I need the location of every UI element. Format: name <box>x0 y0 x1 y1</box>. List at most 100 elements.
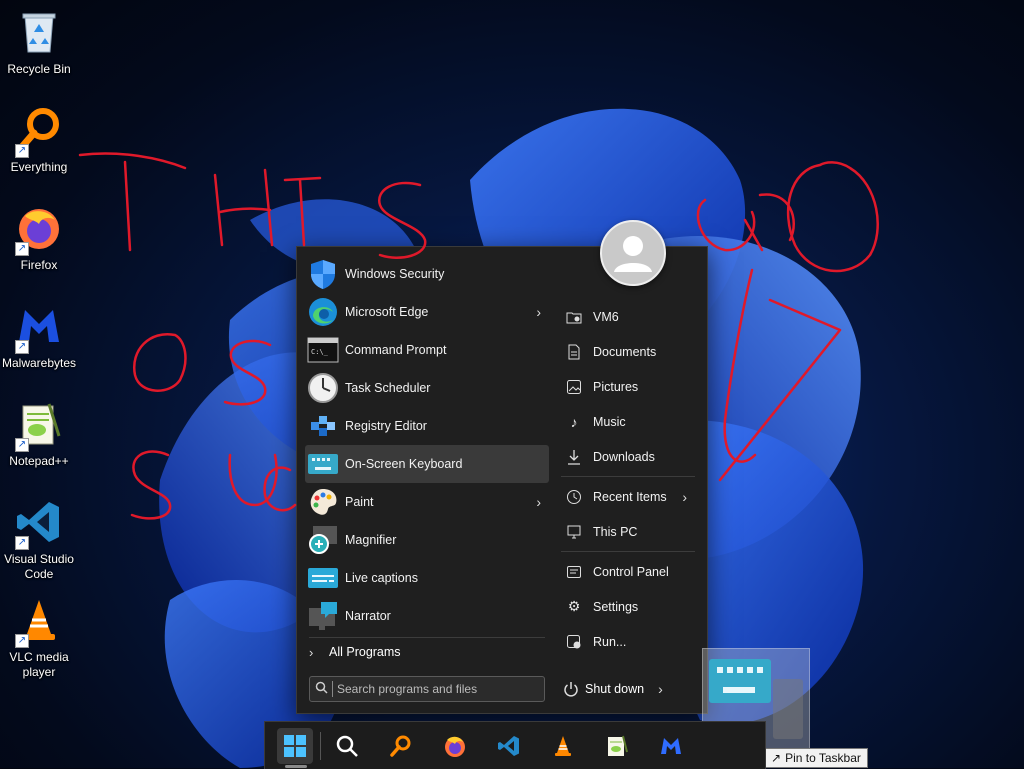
app-item-label: Magnifier <box>345 533 397 547</box>
narrator-icon <box>307 600 339 632</box>
taskbar-divider <box>320 732 321 760</box>
chevron-right-icon: › <box>536 494 541 510</box>
everything-search-icon: ↗ <box>15 106 63 158</box>
taskbar-malwarebytes-button[interactable] <box>653 728 689 764</box>
vscode-icon: ↗ <box>15 498 63 550</box>
place-item-run[interactable]: Run... <box>559 624 699 659</box>
desktop-icon-label: Visual Studio Code <box>4 552 74 581</box>
place-item-label: Control Panel <box>593 564 669 579</box>
divider <box>309 637 545 638</box>
app-item-label: Task Scheduler <box>345 381 431 395</box>
app-item-label: Registry Editor <box>345 419 427 433</box>
desktop-icon-recycle-bin[interactable]: Recycle Bin <box>0 4 78 102</box>
malwarebytes-icon <box>661 738 681 754</box>
user-avatar[interactable] <box>600 220 666 286</box>
search-input[interactable] <box>332 681 539 697</box>
app-item-command-prompt[interactable]: C:\_ Command Prompt <box>305 331 549 369</box>
taskbar-vscode-button[interactable] <box>491 728 527 764</box>
divider <box>561 551 695 552</box>
control-panel-icon <box>565 563 583 581</box>
chevron-right-icon: › <box>309 644 314 660</box>
desktop-icon-everything[interactable]: ↗ Everything <box>0 102 78 200</box>
shortcut-arrow-icon: ↗ <box>15 340 29 354</box>
place-item-label: Downloads <box>593 449 655 464</box>
notepad-plus-plus-icon: ↗ <box>15 400 63 452</box>
app-item-label: Narrator <box>345 609 391 623</box>
place-item-label: Settings <box>593 599 639 614</box>
taskbar-everything-button[interactable] <box>383 728 419 764</box>
place-item-label: Run... <box>593 634 627 649</box>
desktop-icon-label: Firefox <box>20 258 58 272</box>
app-item-paint[interactable]: Paint › <box>305 483 549 521</box>
place-item-label: Music <box>593 414 626 429</box>
desktop-icon-vscode[interactable]: ↗ Visual Studio Code <box>0 494 78 592</box>
edge-icon <box>307 296 339 328</box>
app-item-magnifier[interactable]: Magnifier <box>305 521 549 559</box>
everything-search-icon <box>390 735 411 757</box>
firefox-icon: ↗ <box>15 204 63 256</box>
search-icon <box>310 681 332 697</box>
desktop-icon-vlc[interactable]: ↗ VLC media player <box>0 592 78 690</box>
vlc-icon <box>555 736 571 756</box>
app-item-live-captions[interactable]: Live captions <box>305 559 549 597</box>
desktop-icon-notepad-plus-plus[interactable]: ↗ Notepad++ <box>0 396 78 494</box>
app-item-task-scheduler[interactable]: Task Scheduler <box>305 369 549 407</box>
app-item-label: Live captions <box>345 571 418 585</box>
all-programs-label: All Programs <box>329 645 401 659</box>
app-item-on-screen-keyboard[interactable]: On-Screen Keyboard <box>305 445 549 483</box>
place-item-recent-items[interactable]: Recent Items › <box>559 479 699 514</box>
shortcut-arrow-icon: ↗ <box>15 536 29 550</box>
this-pc-icon <box>565 523 583 541</box>
taskbar-firefox-button[interactable] <box>437 728 473 764</box>
pinned-apps-list: Windows Security Microsoft Edge › C:\_ C… <box>305 255 549 635</box>
chevron-right-icon: › <box>682 489 687 505</box>
taskbar-vlc-button[interactable] <box>545 728 581 764</box>
app-item-label: Microsoft Edge <box>345 305 429 319</box>
app-item-microsoft-edge[interactable]: Microsoft Edge › <box>305 293 549 331</box>
places-list: VM6 Documents Pictures ♪ Music Downloads <box>559 299 699 659</box>
place-item-this-pc[interactable]: This PC <box>559 514 699 549</box>
vlc-icon: ↗ <box>15 596 63 648</box>
settings-icon: ⚙ <box>567 598 581 614</box>
taskbar-search-button[interactable] <box>329 728 365 764</box>
app-item-narrator[interactable]: Narrator <box>305 597 549 635</box>
place-item-label: This PC <box>593 524 638 539</box>
shutdown-label: Shut down <box>585 682 645 696</box>
place-item-user-folder[interactable]: VM6 <box>559 299 699 334</box>
place-item-pictures[interactable]: Pictures <box>559 369 699 404</box>
chevron-right-icon[interactable]: › <box>658 681 663 697</box>
chevron-right-icon: › <box>536 304 541 320</box>
shortcut-arrow-icon: ↗ <box>15 242 29 256</box>
all-programs-button[interactable]: › All Programs <box>309 643 401 661</box>
app-item-registry-editor[interactable]: Registry Editor <box>305 407 549 445</box>
desktop-icon-label: Malwarebytes <box>1 356 77 370</box>
place-item-settings[interactable]: ⚙ Settings <box>559 589 699 624</box>
place-item-documents[interactable]: Documents <box>559 334 699 369</box>
place-item-control-panel[interactable]: Control Panel <box>559 554 699 589</box>
tooltip-label: Pin to Taskbar <box>785 751 861 765</box>
shutdown-button[interactable]: Shut down › <box>563 679 663 699</box>
pin-to-taskbar-tooltip: ↗ Pin to Taskbar <box>764 748 868 768</box>
app-item-windows-security[interactable]: Windows Security <box>305 255 549 293</box>
svg-text:C:\_: C:\_ <box>311 348 329 356</box>
recent-items-icon <box>565 488 583 506</box>
place-item-music[interactable]: ♪ Music <box>559 404 699 439</box>
taskbar-start-button[interactable] <box>277 728 313 764</box>
search-box[interactable] <box>309 676 545 702</box>
desktop-icon-malwarebytes[interactable]: ↗ Malwarebytes <box>0 298 78 396</box>
recycle-bin-icon <box>15 8 63 60</box>
on-screen-keyboard-icon <box>307 448 339 480</box>
desktop-icon-firefox[interactable]: ↗ Firefox <box>0 200 78 298</box>
pictures-icon <box>565 378 583 396</box>
shortcut-arrow-icon: ↗ <box>15 634 29 648</box>
app-item-label: Command Prompt <box>345 343 447 357</box>
downloads-icon <box>565 448 583 466</box>
desktop-icon-label: Recycle Bin <box>7 62 71 76</box>
task-scheduler-icon <box>307 372 339 404</box>
place-item-label: Recent Items <box>593 489 667 504</box>
desktop-icons: Recycle Bin ↗ Everything ↗ Firefox ↗ Mal… <box>0 4 80 690</box>
place-item-downloads[interactable]: Downloads <box>559 439 699 474</box>
power-icon <box>563 681 579 697</box>
app-item-label: On-Screen Keyboard <box>345 457 463 471</box>
taskbar-notepad-plus-plus-button[interactable] <box>599 728 635 764</box>
